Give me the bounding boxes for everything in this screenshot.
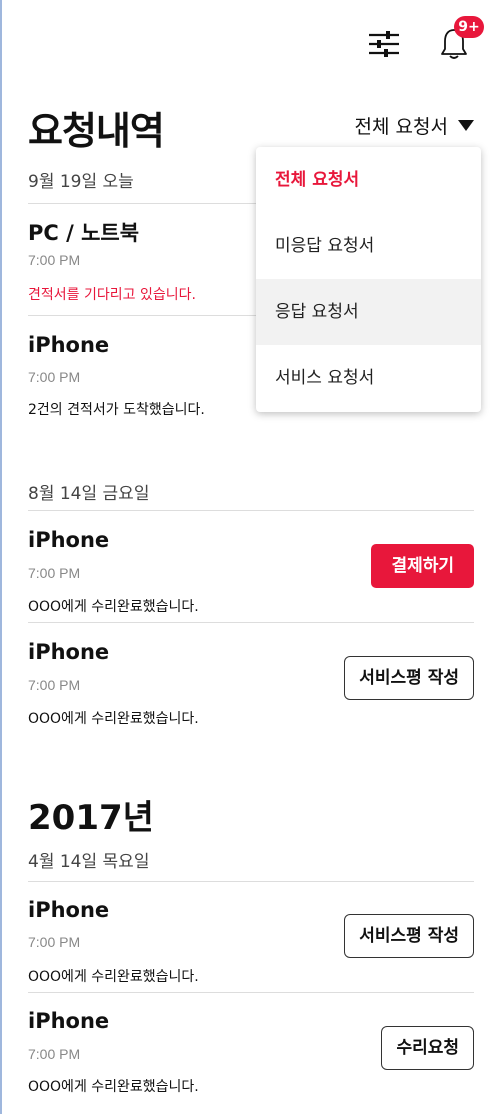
dropdown-item-unanswered[interactable]: 미응답 요청서 — [256, 213, 481, 279]
request-status: OOO에게 수리완료했습니다. — [28, 711, 199, 727]
section-date: 9월 19일 오늘 — [28, 172, 134, 192]
filter-select[interactable]: 전체 요청서 — [355, 112, 474, 139]
request-time: 7:00 PM — [28, 252, 81, 268]
divider — [28, 992, 474, 993]
request-status: 견적서를 기다리고 있습니다. — [28, 287, 196, 303]
request-time: 7:00 PM — [28, 934, 81, 950]
request-title[interactable]: iPhone — [28, 528, 109, 552]
sliders-icon[interactable] — [364, 24, 404, 64]
year-title: 2017년 — [28, 798, 154, 838]
repair-request-button[interactable]: 수리요청 — [381, 1026, 474, 1070]
dropdown-item-answered[interactable]: 응답 요청서 — [256, 279, 481, 345]
bell-icon[interactable]: 9+ — [434, 16, 484, 64]
dropdown-item-service[interactable]: 서비스 요청서 — [256, 345, 481, 411]
section-date: 4월 14일 목요일 — [28, 852, 150, 872]
request-title[interactable]: PC / 노트북 — [28, 217, 139, 247]
divider — [28, 881, 474, 882]
header-actions: 9+ — [364, 16, 484, 64]
pay-button[interactable]: 결제하기 — [371, 544, 474, 588]
write-review-button[interactable]: 서비스평 작성 — [344, 914, 474, 958]
request-status: OOO에게 수리완료했습니다. — [28, 599, 199, 615]
filter-selected-label: 전체 요청서 — [354, 116, 448, 138]
write-review-button[interactable]: 서비스평 작성 — [344, 656, 474, 700]
page-title: 요청내역 — [28, 109, 165, 153]
request-status: 2건의 견적서가 도착했습니다. — [28, 402, 205, 418]
triangle-down-icon — [458, 120, 474, 131]
request-time: 7:00 PM — [28, 677, 81, 693]
request-time: 7:00 PM — [28, 369, 81, 385]
request-time: 7:00 PM — [28, 1046, 81, 1062]
request-title[interactable]: iPhone — [28, 333, 109, 357]
request-status: OOO에게 수리완료했습니다. — [28, 1079, 199, 1095]
request-title[interactable]: iPhone — [28, 898, 109, 922]
request-title[interactable]: iPhone — [28, 640, 109, 664]
section-date: 8월 14일 금요일 — [28, 484, 150, 504]
divider — [28, 510, 474, 511]
request-title[interactable]: iPhone — [28, 1009, 109, 1033]
request-status: OOO에게 수리완료했습니다. — [28, 969, 199, 985]
filter-dropdown-menu: 전체 요청서 미응답 요청서 응답 요청서 서비스 요청서 — [256, 147, 481, 412]
divider — [28, 622, 474, 623]
request-time: 7:00 PM — [28, 565, 81, 581]
dropdown-item-all[interactable]: 전체 요청서 — [256, 147, 481, 213]
notification-badge: 9+ — [454, 16, 484, 38]
